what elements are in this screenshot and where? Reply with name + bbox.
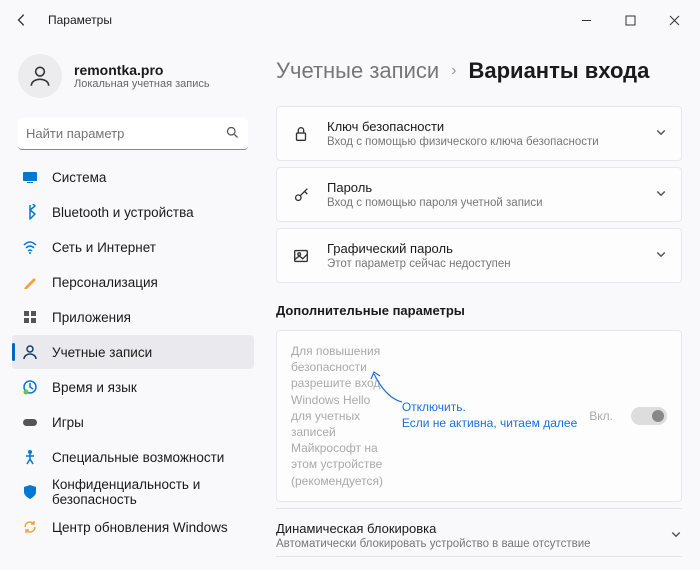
chevron-down-icon bbox=[655, 248, 667, 263]
sidebar-item-label: Приложения bbox=[52, 310, 131, 325]
hello-description: Для повышения безопасности разрешите вхо… bbox=[291, 343, 390, 489]
sidebar-item-system[interactable]: Система bbox=[12, 160, 254, 194]
games-icon bbox=[22, 414, 38, 430]
additional-header: Дополнительные параметры bbox=[276, 303, 682, 318]
sidebar-item-privacy[interactable]: Конфиденциальность и безопасность bbox=[12, 475, 254, 509]
sidebar-item-label: Время и язык bbox=[52, 380, 137, 395]
search-icon bbox=[225, 125, 240, 143]
chevron-down-icon bbox=[670, 528, 682, 543]
option-title: Графический пароль bbox=[327, 241, 639, 256]
accounts-icon bbox=[22, 344, 38, 360]
profile-name: remontka.pro bbox=[74, 62, 210, 78]
sidebar-item-label: Специальные возможности bbox=[52, 450, 224, 465]
signin-option-lock[interactable]: Ключ безопасности Вход с помощью физическ… bbox=[276, 106, 682, 161]
option-subtitle: Этот параметр сейчас недоступен bbox=[327, 258, 639, 270]
back-button[interactable] bbox=[4, 2, 40, 38]
sidebar-item-label: Учетные записи bbox=[52, 345, 152, 360]
sidebar-item-label: Система bbox=[52, 170, 106, 185]
sidebar-item-personalize[interactable]: Персонализация bbox=[12, 265, 254, 299]
breadcrumb: Учетные записи › Варианты входа bbox=[276, 58, 682, 84]
toggle-label: Вкл. bbox=[589, 409, 613, 423]
option-title: Пароль bbox=[327, 180, 639, 195]
autosave-row[interactable]: Автоматически сохранять мои перезапускае… bbox=[276, 556, 682, 570]
sidebar-item-accounts[interactable]: Учетные записи bbox=[12, 335, 254, 369]
dynamic-lock-row[interactable]: Динамическая блокировка Автоматически бл… bbox=[276, 508, 682, 556]
option-title: Ключ безопасности bbox=[327, 119, 639, 134]
breadcrumb-parent[interactable]: Учетные записи bbox=[276, 58, 439, 84]
chevron-down-icon bbox=[655, 187, 667, 202]
wifi-icon bbox=[22, 239, 38, 255]
windows-hello-setting: Для повышения безопасности разрешите вхо… bbox=[276, 330, 682, 502]
system-icon bbox=[22, 169, 38, 185]
profile-subtitle: Локальная учетная запись bbox=[74, 78, 210, 90]
dynamic-title: Динамическая блокировка bbox=[276, 521, 658, 536]
personalize-icon bbox=[22, 274, 38, 290]
option-subtitle: Вход с помощью физического ключа безопас… bbox=[327, 136, 639, 148]
sidebar: remontka.pro Локальная учетная запись Си… bbox=[0, 40, 258, 570]
minimize-button[interactable] bbox=[564, 2, 608, 38]
sidebar-item-label: Центр обновления Windows bbox=[52, 520, 228, 535]
search-input[interactable] bbox=[26, 126, 225, 141]
signin-option-picture[interactable]: Графический пароль Этот параметр сейчас н… bbox=[276, 228, 682, 283]
sidebar-item-label: Bluetooth и устройства bbox=[52, 205, 194, 220]
window-title: Параметры bbox=[48, 13, 112, 27]
sidebar-item-bluetooth[interactable]: Bluetooth и устройства bbox=[12, 195, 254, 229]
signin-option-key[interactable]: Пароль Вход с помощью пароля учетной запи… bbox=[276, 167, 682, 222]
search-box[interactable] bbox=[18, 118, 248, 150]
chevron-right-icon: › bbox=[451, 62, 456, 80]
sidebar-item-accessibility[interactable]: Специальные возможности bbox=[12, 440, 254, 474]
avatar-icon bbox=[18, 54, 62, 98]
privacy-icon bbox=[22, 484, 38, 500]
breadcrumb-current: Варианты входа bbox=[468, 58, 649, 84]
sidebar-item-label: Сеть и Интернет bbox=[52, 240, 156, 255]
bluetooth-icon bbox=[22, 204, 38, 220]
apps-icon bbox=[22, 309, 38, 325]
sidebar-item-games[interactable]: Игры bbox=[12, 405, 254, 439]
sidebar-item-label: Игры bbox=[52, 415, 84, 430]
option-subtitle: Вход с помощью пароля учетной записи bbox=[327, 197, 639, 209]
close-button[interactable] bbox=[652, 2, 696, 38]
profile-block[interactable]: remontka.pro Локальная учетная запись bbox=[12, 40, 254, 114]
sidebar-item-apps[interactable]: Приложения bbox=[12, 300, 254, 334]
time-icon bbox=[22, 379, 38, 395]
picture-icon bbox=[291, 247, 311, 265]
sidebar-item-wifi[interactable]: Сеть и Интернет bbox=[12, 230, 254, 264]
chevron-down-icon bbox=[655, 126, 667, 141]
content-area: Учетные записи › Варианты входа Ключ без… bbox=[258, 40, 700, 570]
hello-toggle[interactable] bbox=[631, 407, 667, 425]
annotation-text: Отключить. Если не активна, читаем далее bbox=[402, 400, 577, 431]
sidebar-item-update[interactable]: Центр обновления Windows bbox=[12, 510, 254, 544]
accessibility-icon bbox=[22, 449, 38, 465]
sidebar-item-time[interactable]: Время и язык bbox=[12, 370, 254, 404]
sidebar-item-label: Персонализация bbox=[52, 275, 158, 290]
dynamic-subtitle: Автоматически блокировать устройство в в… bbox=[276, 538, 658, 550]
lock-icon bbox=[291, 125, 311, 143]
key-icon bbox=[291, 186, 311, 204]
sidebar-item-label: Конфиденциальность и безопасность bbox=[52, 477, 244, 507]
maximize-button[interactable] bbox=[608, 2, 652, 38]
update-icon bbox=[22, 519, 38, 535]
